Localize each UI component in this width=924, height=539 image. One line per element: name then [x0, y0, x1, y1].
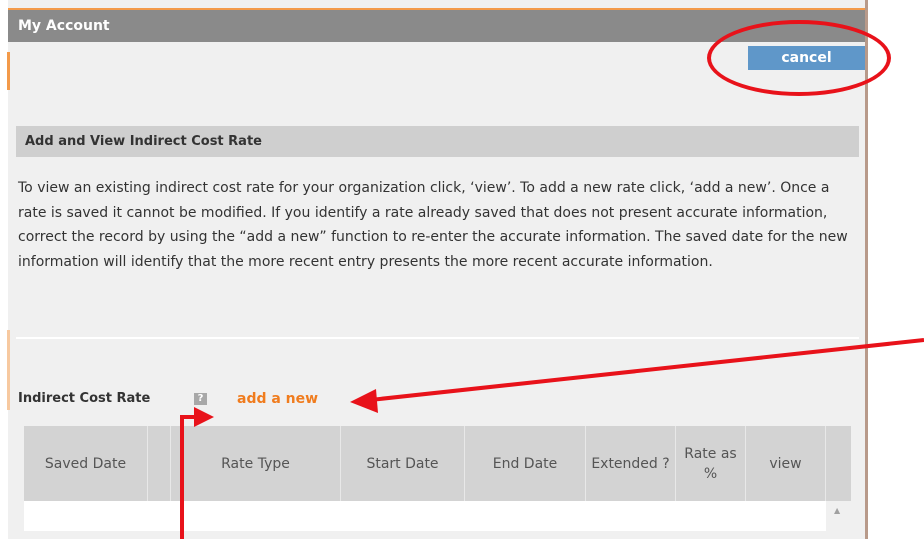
col-end-date[interactable]: End Date [465, 426, 586, 501]
col-start-date[interactable]: Start Date [341, 426, 465, 501]
col-rate-type[interactable]: Rate Type [171, 426, 341, 501]
dialog-header: My Account [8, 8, 865, 42]
instructions-text: To view an existing indirect cost rate f… [18, 180, 848, 270]
rates-table-body [24, 501, 826, 531]
divider [16, 337, 859, 339]
section-header: Add and View Indirect Cost Rate [16, 126, 859, 157]
scroll-up-arrow-icon[interactable]: ▲ [834, 506, 840, 515]
table-scrollbar[interactable]: ▲ [826, 501, 851, 539]
panel-accent-bar-lower [7, 330, 10, 410]
dialog-title: My Account [18, 18, 110, 34]
col-rate-percent[interactable]: Rate as % [676, 426, 746, 501]
col-scroll-spacer [826, 426, 851, 501]
help-icon[interactable]: ? [194, 393, 207, 405]
add-new-link[interactable]: add a new [237, 391, 318, 407]
col-extended[interactable]: Extended ? [586, 426, 676, 501]
section-title: Add and View Indirect Cost Rate [25, 134, 262, 149]
col-view[interactable]: view [746, 426, 826, 501]
rates-table-header: Saved Date Rate Type Start Date End Date… [24, 426, 851, 501]
col-saved-date[interactable]: Saved Date [24, 426, 148, 501]
cancel-button[interactable]: cancel [748, 46, 865, 70]
indirect-cost-rate-label: Indirect Cost Rate [18, 391, 151, 406]
col-blank [148, 426, 171, 501]
panel-accent-bar [7, 52, 10, 90]
